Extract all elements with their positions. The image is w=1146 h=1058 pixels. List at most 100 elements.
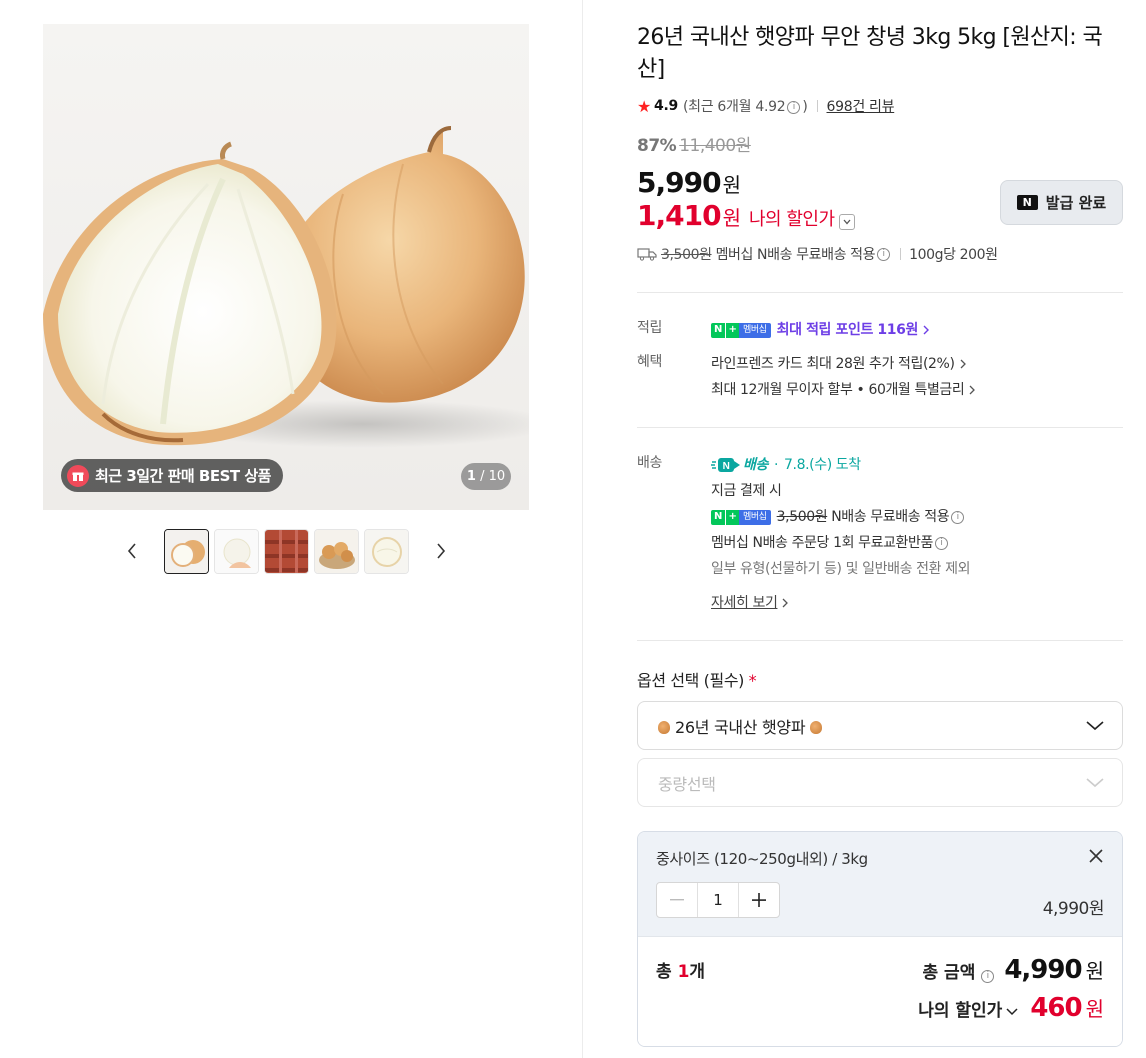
column-divider [582, 0, 583, 1058]
quantity-input[interactable]: 1 [697, 883, 739, 917]
main-product-image[interactable]: 최근 3일간 판매 BEST 상품 1 / 10 [43, 24, 529, 510]
close-icon [1089, 849, 1103, 863]
shipping-fee-original: 3,500원 [776, 509, 828, 525]
pay-now-text: 지금 결제 시 [711, 483, 782, 499]
chevron-right-icon [436, 543, 445, 559]
delivery-section: 배송 N 배송 · 7.8.(수) 도착 지금 결제 시 N + 멤버십 3,500… [637, 452, 1123, 616]
info-icon[interactable]: i [981, 970, 995, 983]
chevron-down-icon [1006, 1008, 1018, 1016]
chevron-left-icon [127, 543, 136, 559]
chevron-right-icon [782, 598, 789, 608]
info-icon[interactable]: i [787, 100, 801, 114]
chevron-right-icon [969, 385, 976, 395]
card-benefit-link[interactable]: 라인프렌즈 카드 최대 28원 추가 적립(2%) [711, 351, 1123, 377]
delivery-arrival-row: N 배송 · 7.8.(수) 도착 [711, 452, 1123, 478]
my-discount-price: 1,410 [637, 199, 722, 232]
free-exchange-text: 멤버십 N배송 주문당 1회 무료교환반품 [711, 535, 933, 551]
original-price: 11,400원 [679, 136, 751, 156]
details-link[interactable]: 자세히 보기 [711, 590, 1123, 616]
option-select-weight[interactable]: 중량선택 [637, 758, 1123, 807]
total-my-price-label: 나의 할인가 [918, 1001, 1003, 1021]
decrease-quantity-button[interactable] [657, 883, 697, 917]
thumbnail-2[interactable] [213, 528, 259, 574]
thumbnail-3[interactable] [263, 528, 309, 574]
chevron-down-icon [1086, 777, 1104, 787]
free-exchange-row: 멤버십 N배송 주문당 1회 무료교환반품 i [711, 530, 1123, 556]
image-counter: 1 / 10 [461, 463, 511, 490]
prev-image-button[interactable] [121, 540, 143, 562]
my-price-currency: 원 [722, 206, 741, 230]
separator [816, 100, 818, 112]
benefits-label: 혜택 [637, 354, 662, 370]
details-link-label: 자세히 보기 [711, 595, 778, 611]
separator [900, 248, 902, 260]
total-amount: 4,990 [1004, 955, 1082, 985]
required-mark: * [748, 671, 757, 690]
coupon-issued-button[interactable]: N 발급 완료 [1000, 180, 1123, 225]
total-amount-row: 총 금액 i 4,990 원 [923, 955, 1105, 985]
card-benefit-text: 라인프렌즈 카드 최대 28원 추가 적립(2%) [711, 356, 955, 372]
minus-icon [670, 899, 684, 901]
thumbnail-strip [43, 528, 529, 574]
info-icon[interactable]: i [934, 536, 948, 550]
option-title-text: 옵션 선택 (필수) [637, 671, 744, 690]
points-label: 적립 [637, 320, 662, 336]
product-title: 26년 국내산 햇양파 무안 창녕 3kg 5kg [원산지: 국산] [637, 25, 1103, 82]
thumbnail-1[interactable] [163, 528, 209, 574]
sale-price-currency: 원 [722, 173, 741, 197]
next-image-button[interactable] [430, 540, 452, 562]
shipping-fee-original: 3,500원 [661, 247, 712, 263]
increase-quantity-button[interactable] [739, 883, 779, 917]
divider [637, 427, 1123, 428]
dot-separator: · [773, 457, 779, 473]
selected-option-box: 중사이즈 (120~250g내외) / 3kg 1 4,990원 총 1개 총 … [637, 831, 1123, 1047]
exclusion-text: 일부 유형(선물하기 등) 및 일반배송 전환 제외 [711, 561, 971, 577]
best-seller-text: 최근 3일간 판매 BEST 상품 [95, 467, 271, 485]
points-link[interactable]: N + 멤버십 최대 적립 포인트 116원 [711, 317, 1123, 343]
recent-rating-close: ) [802, 99, 808, 115]
installment-link[interactable]: 최대 12개월 무이자 할부 • 60개월 특별금리 [711, 377, 1123, 403]
best-seller-badge: 최근 3일간 판매 BEST 상품 [61, 459, 283, 492]
divider [637, 292, 1123, 293]
naver-plus-membership-badge: N + 멤버십 [711, 322, 771, 338]
shipping-row: 3,500원 멤버십 N배송 무료배송 적용 i 100g당 200원 [637, 244, 1123, 264]
recent-rating: (최근 6개월 4.92 i) [683, 96, 808, 116]
n-delivery-label: 배송 [743, 457, 768, 473]
onion-icon [658, 720, 670, 734]
original-price-row: 87% 11,400원 [637, 131, 1123, 156]
thumbnail-5[interactable] [363, 528, 409, 574]
info-icon[interactable]: i [951, 510, 965, 524]
unit-price: 100g당 200원 [909, 247, 998, 263]
option-select-product[interactable]: 26년 국내산 햇양파 [637, 701, 1123, 750]
chevron-down-icon [1086, 720, 1104, 730]
image-counter-current: 1 [466, 469, 476, 484]
recent-rating-text: (최근 6개월 4.92 [682, 99, 786, 115]
onion-icon [810, 720, 823, 734]
divider [637, 640, 1123, 641]
info-icon[interactable]: i [877, 247, 891, 261]
installment-text: 최대 12개월 무이자 할부 • 60개월 특별금리 [711, 382, 965, 398]
item-price: 4,990원 [1042, 899, 1105, 919]
thumbnail-4[interactable] [313, 528, 359, 574]
naver-n-icon: N [1016, 195, 1038, 210]
rating-score: 4.9 [654, 98, 678, 114]
review-count-link[interactable]: 698건 리뷰 [827, 96, 895, 116]
naver-plus-membership-badge: N + 멤버십 [711, 509, 771, 525]
my-discount-label: 나의 할인가 [748, 209, 835, 230]
delivery-label: 배송 [637, 455, 662, 471]
option-select-placeholder: 중량선택 [658, 774, 716, 794]
option-select-value: 26년 국내산 햇양파 [658, 714, 823, 738]
total-my-price: 460 [1030, 993, 1082, 1023]
remove-option-button[interactable] [1088, 848, 1104, 864]
chevron-down-icon[interactable] [838, 214, 855, 230]
total-amount-label: 총 금액 [922, 963, 976, 983]
chevron-right-icon [923, 325, 929, 335]
n-delivery-icon: N [711, 458, 740, 472]
total-my-price-row[interactable]: 나의 할인가 460 원 [918, 993, 1104, 1023]
benefits-section: 혜택 라인프렌즈 카드 최대 28원 추가 적립(2%) 최대 12개월 무이자… [637, 351, 1123, 403]
option-title: 옵션 선택 (필수) * [637, 667, 1123, 691]
plus-icon [752, 893, 766, 907]
product-gallery: 최근 3일간 판매 BEST 상품 1 / 10 [43, 24, 529, 574]
product-info: 26년 국내산 햇양파 무안 창녕 3kg 5kg [원산지: 국산] ★ 4.… [637, 22, 1123, 1047]
image-counter-total: / 10 [480, 469, 506, 484]
